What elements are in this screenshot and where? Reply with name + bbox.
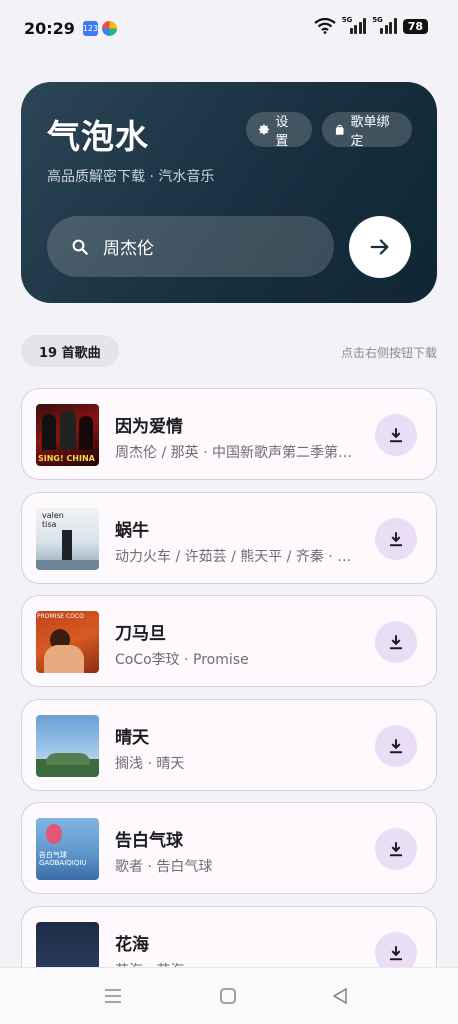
app-title: 气泡水 — [47, 117, 149, 156]
battery-indicator: 78 — [402, 18, 428, 34]
song-subtitle: 动力火车 / 许茹芸 / 熊天平 / 齐秦 · 周杰伦 — [115, 548, 365, 565]
song-item[interactable]: valen tisa 蜗牛 动力火车 / 许茹芸 / 熊天平 / 齐秦 · 周杰… — [21, 491, 437, 584]
app-badge-icon: 123 — [83, 20, 98, 36]
download-hint: 点击右侧按钮下载 — [340, 346, 437, 360]
download-icon — [390, 428, 402, 443]
song-subtitle: 搁浅 · 晴天 — [115, 755, 185, 772]
download-button[interactable] — [375, 414, 417, 456]
search-icon — [72, 239, 88, 255]
status-time: 20:29 — [24, 18, 75, 38]
album-cover-text: PROMISE COCO — [37, 613, 84, 620]
back-icon[interactable] — [331, 987, 349, 1005]
playlist-bind-label: 歌单绑定 — [350, 114, 390, 149]
download-button[interactable] — [375, 517, 417, 560]
song-title: 刀马旦 — [115, 624, 166, 644]
system-nav-bar — [0, 967, 458, 1024]
gear-icon — [258, 124, 269, 135]
song-title: 晴天 — [115, 727, 149, 748]
song-item[interactable]: 告白气球 GAOBAIQIQIU 告白气球 歌者 · 告白气球 — [21, 802, 437, 894]
status-bar: 20:29 123 5G 5G 78 — [0, 0, 458, 56]
album-cover: 告白气球 GAOBAIQIQIU — [36, 818, 99, 880]
song-subtitle: 歌者 · 告白气球 — [115, 859, 213, 875]
album-cover — [36, 714, 99, 777]
search-value: 周杰伦 — [103, 239, 154, 259]
download-button[interactable] — [375, 621, 417, 663]
song-title: 花海 — [115, 934, 149, 955]
song-count-badge: 19 首歌曲 — [21, 335, 119, 367]
song-item[interactable]: SING! CHINA 因为爱情 周杰伦 / 那英 · 中国新歌声第二季第一期 — [21, 388, 437, 480]
app-subtitle: 高品质解密下载 · 汽水音乐 — [47, 169, 215, 185]
download-icon — [390, 945, 402, 960]
song-title: 告白气球 — [115, 831, 183, 851]
song-title: 因为爱情 — [115, 417, 183, 437]
album-cover-text: valen tisa — [42, 510, 64, 529]
song-subtitle: 周杰伦 / 那英 · 中国新歌声第二季第一期 — [115, 445, 365, 461]
album-cover-text: SING! CHINA — [38, 454, 95, 463]
app-color-icon — [101, 20, 117, 36]
song-item[interactable]: PROMISE COCO 刀马旦 CoCo李玟 · Promise — [21, 595, 437, 687]
download-button[interactable] — [375, 828, 417, 870]
download-button[interactable] — [375, 724, 417, 767]
album-cover-text: 告白气球 GAOBAIQIQIU — [39, 851, 87, 867]
bag-icon — [335, 124, 344, 135]
download-icon — [390, 842, 402, 857]
menu-icon[interactable] — [104, 987, 122, 1005]
signal-type-label: 5G — [341, 16, 353, 24]
album-cover: PROMISE COCO — [36, 611, 99, 673]
song-subtitle: CoCo李玟 · Promise — [115, 652, 249, 668]
wifi-icon — [314, 18, 336, 34]
status-indicators: 5G 5G 78 — [314, 16, 428, 34]
song-item[interactable]: 晴天 搁浅 · 晴天 — [21, 698, 437, 791]
album-cover: SING! CHINA — [36, 404, 99, 466]
playlist-bind-button[interactable]: 歌单绑定 — [322, 112, 412, 149]
settings-label: 设置 — [275, 114, 289, 149]
download-icon — [390, 531, 402, 546]
cell-signal-icon: 5G — [341, 16, 367, 34]
album-cover: valen tisa — [36, 507, 99, 570]
arrow-right-icon — [370, 239, 389, 255]
download-icon — [390, 738, 402, 753]
header-card: 气泡水 设置 歌单绑定 高品质解密下载 · 汽水音乐 周杰伦 — [21, 82, 437, 303]
signal-type-label-2: 5G — [372, 16, 383, 24]
download-icon — [390, 635, 402, 650]
search-submit-button[interactable] — [349, 216, 411, 278]
home-icon[interactable] — [219, 987, 237, 1005]
song-list: SING! CHINA 因为爱情 周杰伦 / 那英 · 中国新歌声第二季第一期 … — [21, 388, 437, 1009]
search-input[interactable]: 周杰伦 — [47, 216, 334, 277]
cell-signal-icon-2: 5G — [372, 16, 397, 34]
song-title: 蜗牛 — [115, 520, 149, 541]
settings-button[interactable]: 设置 — [246, 112, 312, 149]
